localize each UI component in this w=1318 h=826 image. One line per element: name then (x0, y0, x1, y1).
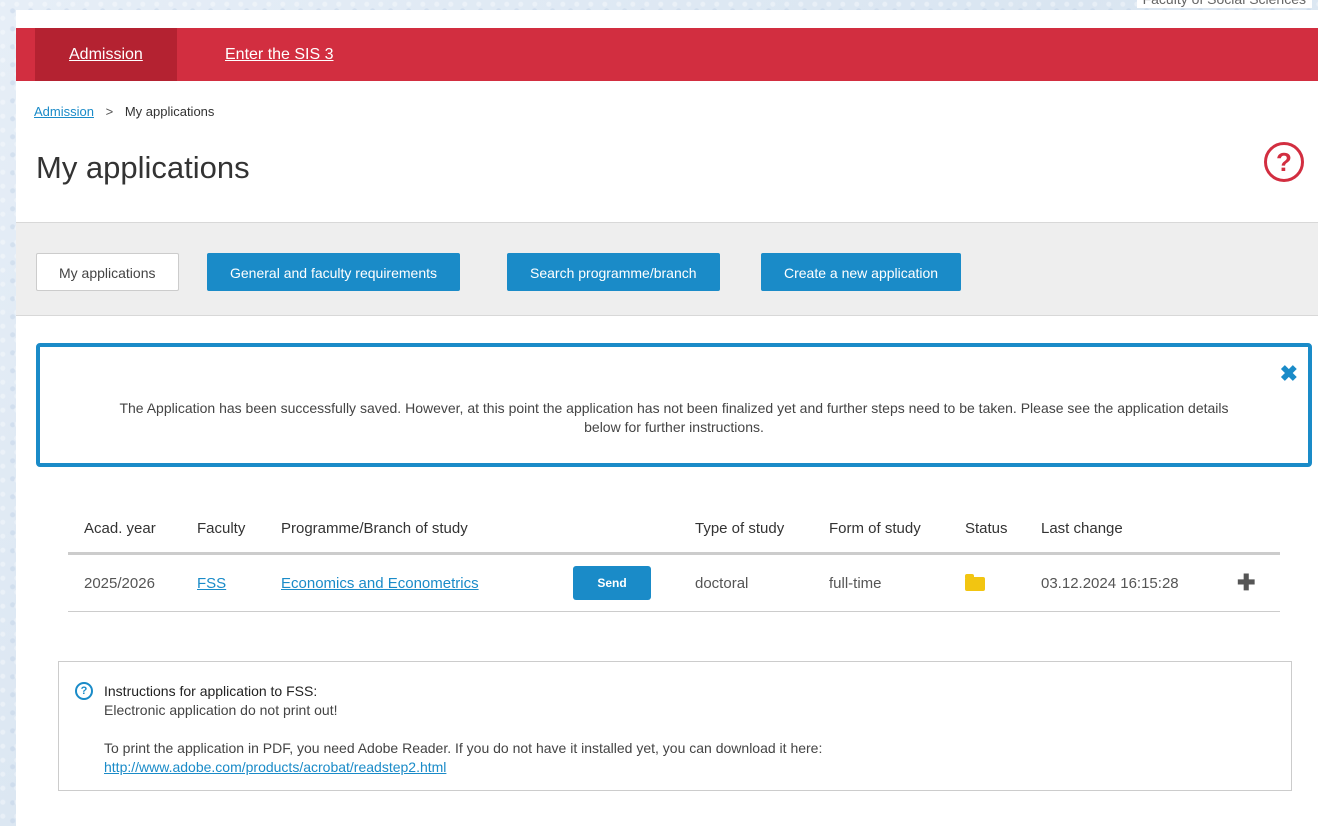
faculty-link[interactable]: FSS (197, 575, 226, 592)
instructions-title: Instructions for application to FSS: (104, 683, 318, 699)
header-form: Form of study (813, 504, 949, 555)
cell-year: 2025/2026 (68, 553, 181, 612)
folder-icon (965, 573, 985, 591)
cell-faculty: FSS (181, 553, 265, 612)
success-alert: ✖ The Application has been successfully … (36, 343, 1312, 467)
cell-expand: ✚ (1221, 553, 1280, 612)
breadcrumb-separator: > (105, 104, 114, 119)
instructions-box: ? Instructions for application to FSS: E… (58, 661, 1292, 791)
page-container: Admission Enter the SIS 3 Admission > My… (16, 10, 1318, 826)
adobe-reader-link[interactable]: http://www.adobe.com/products/acrobat/re… (104, 759, 446, 775)
alert-message: The Application has been successfully sa… (119, 400, 1229, 435)
header-action (557, 504, 679, 555)
instructions-line1: Electronic application do not print out! (104, 702, 338, 718)
table-row: 2025/2026 FSS Economics and Econometrics… (68, 553, 1280, 612)
help-icon[interactable]: ? (1264, 142, 1304, 182)
nav-admission-link[interactable]: Admission (35, 28, 177, 81)
page-title: My applications (36, 150, 250, 185)
programme-link[interactable]: Economics and Econometrics (281, 575, 479, 592)
header-year: Acad. year (68, 504, 181, 555)
breadcrumb-current: My applications (124, 104, 215, 119)
header-expand (1221, 504, 1280, 555)
plus-icon[interactable]: ✚ (1237, 570, 1255, 595)
search-programme-button[interactable]: Search programme/branch (507, 253, 720, 291)
applications-table: Acad. year Faculty Programme/Branch of s… (68, 504, 1280, 612)
send-button[interactable]: Send (573, 566, 651, 600)
header-faculty: Faculty (181, 504, 265, 555)
instructions-line2: To print the application in PDF, you nee… (104, 740, 823, 756)
cell-status (949, 553, 1025, 612)
close-icon[interactable]: ✖ (1280, 361, 1298, 387)
faculty-label: Faculty of Social Sciences (1136, 0, 1312, 8)
header-last-change: Last change (1025, 504, 1221, 555)
nav-sis-link[interactable]: Enter the SIS 3 (191, 28, 368, 81)
table-header-row: Acad. year Faculty Programme/Branch of s… (68, 504, 1280, 555)
cell-programme: Economics and Econometrics (265, 553, 557, 612)
cell-type: doctoral (679, 553, 813, 612)
cell-last-change: 03.12.2024 16:15:28 (1025, 553, 1221, 612)
breadcrumb-admission-link[interactable]: Admission (34, 104, 94, 119)
cell-form: full-time (813, 553, 949, 612)
header-status: Status (949, 504, 1025, 555)
create-application-button[interactable]: Create a new application (761, 253, 962, 291)
cell-action: Send (557, 553, 679, 612)
toolbar: My applications General and faculty requ… (16, 222, 1318, 316)
header-programme: Programme/Branch of study (265, 504, 557, 555)
requirements-button[interactable]: General and faculty requirements (207, 253, 460, 291)
my-applications-button[interactable]: My applications (36, 253, 179, 291)
top-navigation: Admission Enter the SIS 3 (16, 28, 1318, 81)
breadcrumb: Admission > My applications (34, 104, 214, 119)
question-icon: ? (75, 682, 93, 700)
header-type: Type of study (679, 504, 813, 555)
